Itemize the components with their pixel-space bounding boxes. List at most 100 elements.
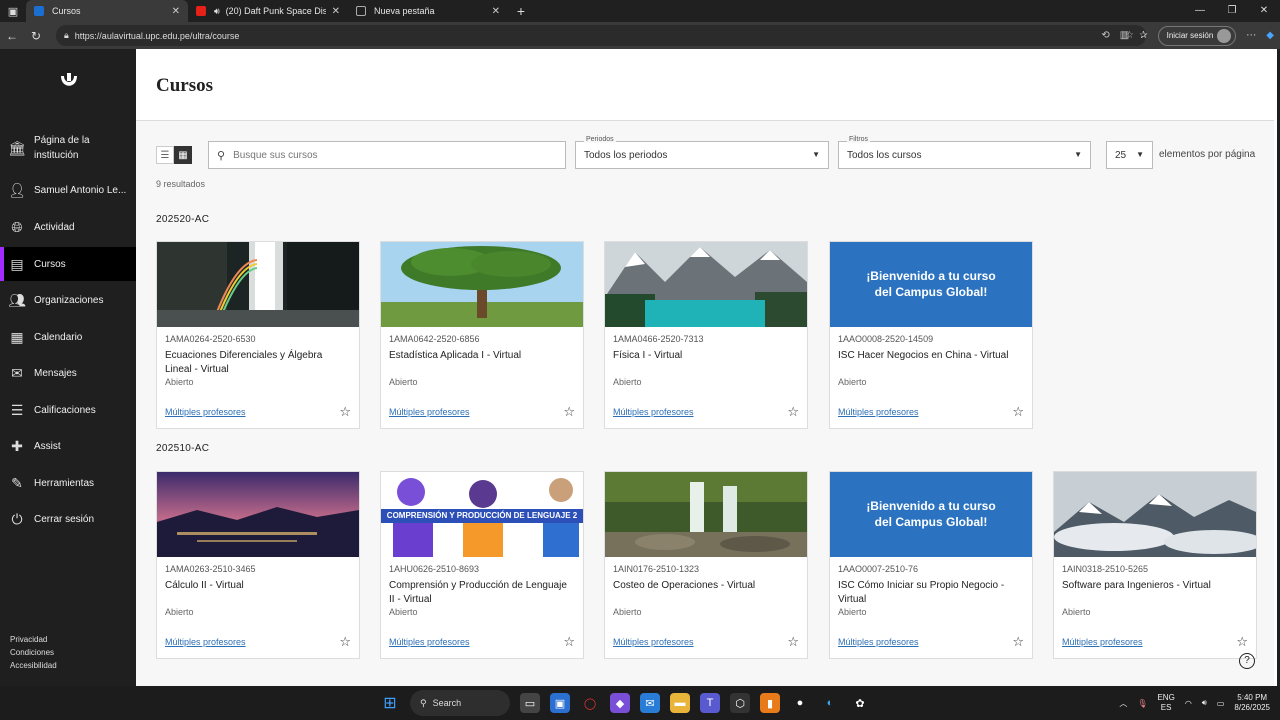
opera-icon[interactable]: ◯ <box>580 693 600 713</box>
sidebar-item-profile[interactable]: 👤︎ Samuel Antonio Le... <box>0 175 136 205</box>
favorite-star-icon[interactable]: ☆ <box>787 634 799 650</box>
upc-logo-icon[interactable] <box>57 71 81 95</box>
file-explorer-icon[interactable]: ▬ <box>670 693 690 713</box>
signin-button[interactable]: Iniciar sesión <box>1157 25 1237 46</box>
battery-icon[interactable]: ▭ <box>1217 699 1225 708</box>
back-icon[interactable]: ← <box>0 29 24 43</box>
clock[interactable]: 5:40 PM 8/26/2025 <box>1234 693 1270 713</box>
maximize-icon[interactable]: ❐ <box>1216 0 1248 22</box>
outlook-icon[interactable]: ✉ <box>640 693 660 713</box>
course-title[interactable]: Costeo de Operaciones - Virtual <box>613 579 798 593</box>
speaker-icon[interactable]: 🔊︎ <box>214 6 220 17</box>
teams-icon[interactable]: T <box>700 693 720 713</box>
search-input[interactable]: ⚲ Busque sus cursos <box>208 141 566 169</box>
chart-app-icon[interactable]: ▮ <box>760 693 780 713</box>
instructors-link[interactable]: Múltiples profesores <box>165 637 246 647</box>
favorite-star-icon[interactable]: ☆ <box>1012 634 1024 650</box>
course-card[interactable]: 1AMA0263-2510-3465 Cálculo II - Virtual … <box>156 471 360 659</box>
refresh-icon[interactable]: ↻ <box>24 29 48 43</box>
sidebar-item-calendar[interactable]: ▦ Calendario <box>0 322 136 352</box>
course-card[interactable]: 1AIN0176-2510-1323 Costeo de Operaciones… <box>604 471 808 659</box>
list-view-icon[interactable]: ☰ <box>156 146 174 164</box>
favorite-star-icon[interactable]: ☆ <box>1012 404 1024 420</box>
accessibility-link[interactable]: Accesibilidad <box>10 659 57 672</box>
circle-app-icon[interactable]: ● <box>790 693 810 713</box>
sidebar-item-courses[interactable]: ▤ Cursos <box>0 247 136 281</box>
chatgpt-icon[interactable]: ✿ <box>850 693 870 713</box>
instructors-link[interactable]: Múltiples profesores <box>165 407 246 417</box>
edge-icon[interactable]: ◐ <box>820 693 840 713</box>
course-card[interactable]: ¡Bienvenido a tu curso del Campus Global… <box>829 471 1033 659</box>
volume-icon[interactable]: 🔊︎ <box>1202 698 1207 708</box>
instructors-link[interactable]: Múltiples profesores <box>838 637 919 647</box>
close-window-icon[interactable]: ✕ <box>1248 0 1280 22</box>
minimize-icon[interactable]: — <box>1184 0 1216 22</box>
course-title[interactable]: ISC Cómo Iniciar su Propio Negocio - Vir… <box>838 579 1023 607</box>
sidebar-item-messages[interactable]: ✉ Mensajes <box>0 358 136 388</box>
close-tab-icon[interactable]: ✕ <box>492 6 500 17</box>
favorite-star-icon[interactable]: ☆ <box>339 634 351 650</box>
url-field[interactable]: 🔒︎ https://aulavirtual.upc.edu.pe/ultra/… <box>56 25 1146 46</box>
course-title[interactable]: Software para Ingenieros - Virtual <box>1062 579 1247 593</box>
course-title[interactable]: Física I - Virtual <box>613 349 798 363</box>
windows-start-icon[interactable]: ⊞ <box>380 693 400 713</box>
more-options-icon[interactable]: ⋯ <box>1246 30 1256 41</box>
extensions-icon[interactable]: ⟲ <box>1101 30 1109 41</box>
sidebar-item-grades[interactable]: ☰ Calificaciones <box>0 395 136 425</box>
scrollbar[interactable] <box>1274 49 1277 686</box>
task-view-icon[interactable]: ▭ <box>520 693 540 713</box>
microphone-icon[interactable]: 🎙︎ <box>1137 699 1147 708</box>
sidebar-item-tools[interactable]: ✎ Herramientas <box>0 468 136 498</box>
favorite-star-icon[interactable]: ☆ <box>339 404 351 420</box>
copilot-icon[interactable]: ◆ <box>610 693 630 713</box>
periods-select[interactable]: Periodos Todos los periodos ▼ <box>575 136 829 169</box>
store-icon[interactable]: ▣ <box>550 693 570 713</box>
split-screen-icon[interactable]: ▥ <box>1120 30 1129 41</box>
course-card[interactable]: 1AMA0642-2520-6856 Estadística Aplicada … <box>380 241 584 429</box>
instructors-link[interactable]: Múltiples profesores <box>1062 637 1143 647</box>
instructors-link[interactable]: Múltiples profesores <box>613 407 694 417</box>
help-icon[interactable]: ? <box>1239 653 1255 669</box>
app-icon[interactable]: ⬡ <box>730 693 750 713</box>
course-title[interactable]: Estadística Aplicada I - Virtual <box>389 349 574 363</box>
course-title[interactable]: Ecuaciones Diferenciales y Álgebra Linea… <box>165 349 350 377</box>
tab-new[interactable]: Nueva pestaña ✕ <box>348 0 508 22</box>
favorite-star-icon[interactable]: ☆ <box>563 634 575 650</box>
chevron-up-icon[interactable]: ︿ <box>1119 698 1127 709</box>
filters-select[interactable]: Filtros Todos los cursos ▼ <box>838 136 1091 169</box>
instructors-link[interactable]: Múltiples profesores <box>389 407 470 417</box>
course-card[interactable]: 1AIN0318-2510-5265 Software para Ingenie… <box>1053 471 1257 659</box>
language-indicator[interactable]: ENG ES <box>1157 693 1174 713</box>
instructors-link[interactable]: Múltiples profesores <box>389 637 470 647</box>
course-card[interactable]: ¡Bienvenido a tu curso del Campus Global… <box>829 241 1033 429</box>
favorite-star-icon[interactable]: ☆ <box>787 404 799 420</box>
course-title[interactable]: Cálculo II - Virtual <box>165 579 350 593</box>
per-page-select[interactable]: 25 ▼ <box>1106 141 1153 169</box>
sidebar-item-organizations[interactable]: 👥︎ Organizaciones <box>0 285 136 315</box>
favorite-star-icon[interactable]: ☆ <box>1236 634 1248 650</box>
favorites-icon[interactable]: ✰ <box>1139 30 1147 41</box>
privacy-link[interactable]: Privacidad <box>10 633 57 646</box>
terms-link[interactable]: Condiciones <box>10 646 57 659</box>
course-card[interactable]: 1AMA0264-2520-6530 Ecuaciones Diferencia… <box>156 241 360 429</box>
sidebar-item-logout[interactable]: ⏻ Cerrar sesión <box>0 504 136 534</box>
tab-youtube[interactable]: 🔊︎ (20) Daft Punk Space Disco B... ✕ <box>188 0 348 22</box>
favorite-star-icon[interactable]: ☆ <box>563 404 575 420</box>
sidebar-item-activity[interactable]: 🌐︎ Actividad <box>0 212 136 242</box>
close-tab-icon[interactable]: ✕ <box>172 6 180 17</box>
close-tab-icon[interactable]: ✕ <box>332 6 340 17</box>
instructors-link[interactable]: Múltiples profesores <box>613 637 694 647</box>
sidebar-item-assist[interactable]: ✚ Assist <box>0 431 136 461</box>
course-card[interactable]: 1AMA0466-2520-7313 Física I - Virtual Ab… <box>604 241 808 429</box>
window-menu-icon[interactable]: ▣ <box>0 0 26 22</box>
course-card[interactable]: COMPRENSIÓN Y PRODUCCIÓN DE LENGUAJE 2 1… <box>380 471 584 659</box>
new-tab-button[interactable]: + <box>508 3 534 19</box>
wifi-icon[interactable]: ◠ <box>1185 699 1192 708</box>
sidebar-item-institution[interactable]: 🏛︎ Página de la institución <box>0 131 136 165</box>
grid-view-icon[interactable]: ▦ <box>174 146 192 164</box>
tab-cursos[interactable]: Cursos ✕ <box>26 0 188 22</box>
instructors-link[interactable]: Múltiples profesores <box>838 407 919 417</box>
taskbar-search[interactable]: ⚲ Search <box>410 690 510 716</box>
course-title[interactable]: Comprensión y Producción de Lenguaje II … <box>389 579 574 607</box>
course-title[interactable]: ISC Hacer Negocios en China - Virtual <box>838 349 1023 363</box>
